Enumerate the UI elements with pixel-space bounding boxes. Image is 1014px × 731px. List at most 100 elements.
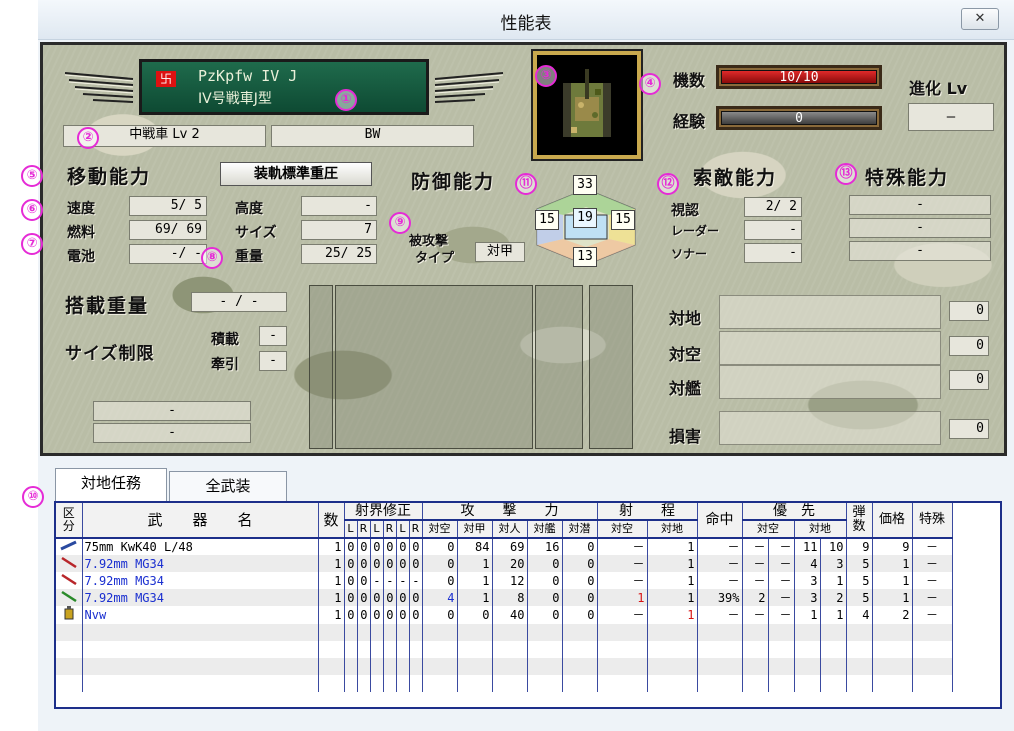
priority-value-3: 3 bbox=[820, 555, 847, 572]
empty-cell bbox=[768, 624, 795, 641]
empty-cell bbox=[527, 641, 563, 658]
tab-ground-mission[interactable]: 対地任務 bbox=[55, 468, 167, 501]
empty-cell bbox=[370, 658, 384, 675]
arc-sub-0: L bbox=[344, 520, 358, 539]
col-weapon: 武 器 名 bbox=[82, 503, 319, 539]
armor-right: 15 bbox=[611, 210, 635, 230]
arc-sub-4: L bbox=[396, 520, 410, 539]
armor-front: 33 bbox=[573, 175, 597, 195]
hit-value: 39% bbox=[697, 589, 743, 606]
empty-row bbox=[56, 675, 953, 692]
attack-value-3: 0 bbox=[527, 606, 563, 624]
tab-all-weapons[interactable]: 全武装 bbox=[169, 471, 287, 501]
attack-value-4: 0 bbox=[562, 572, 598, 589]
arc-value-2: 0 bbox=[370, 589, 384, 606]
empty-cell bbox=[82, 675, 319, 692]
empty-cell bbox=[370, 675, 384, 692]
empty-cell bbox=[56, 641, 83, 658]
price-value: 1 bbox=[872, 555, 913, 572]
arc-sub-1: R bbox=[357, 520, 371, 539]
mg-icon bbox=[56, 555, 83, 572]
empty-cell bbox=[383, 658, 397, 675]
fuel-label: 燃料 bbox=[67, 225, 95, 241]
empty-cell bbox=[492, 624, 528, 641]
window-title: 性能表 bbox=[500, 14, 552, 34]
empty-cell bbox=[422, 641, 458, 658]
special-field-1: - bbox=[849, 195, 991, 215]
special-field-3: - bbox=[849, 241, 991, 261]
badge-7: ⑦ bbox=[21, 233, 43, 255]
empty-cell bbox=[492, 658, 528, 675]
fuel-field: 69/ 69 bbox=[129, 220, 207, 240]
empty-cell bbox=[422, 624, 458, 641]
empty-cell bbox=[383, 675, 397, 692]
table-row[interactable]: 7.92mm MG34 1 0 0 0 0 0 0 4 1 8 0 0 1 1 39% 2 － 3 2 5 1 － bbox=[56, 589, 953, 606]
table-row[interactable]: 7.92mm MG34 1 0 0- - - -0 1 12 0 0 － 1 －－－ 3 1 5 1 － bbox=[56, 572, 953, 589]
empty-cell bbox=[357, 658, 371, 675]
empty-cell bbox=[318, 658, 345, 675]
attack-value-0: 0 bbox=[422, 606, 458, 624]
col-special: 特殊 bbox=[912, 503, 953, 539]
mobility-style-button[interactable]: 装軌標準重圧 bbox=[220, 162, 372, 186]
empty-cell bbox=[846, 641, 873, 658]
priority-value-0: － bbox=[742, 572, 769, 589]
priority-value-1: － bbox=[768, 572, 795, 589]
table-row[interactable]: 7.92mm MG34 1 0 0 0 0 0 0 0 1 20 0 0 － 1 －－－ 4 3 5 1 － bbox=[56, 555, 953, 572]
priority-value-2: 3 bbox=[794, 572, 821, 589]
empty-cell bbox=[82, 658, 319, 675]
empty-row bbox=[56, 641, 953, 658]
weapon-name: 7.92mm MG34 bbox=[82, 555, 319, 572]
empty-cell bbox=[422, 658, 458, 675]
arc-value-2: - bbox=[370, 572, 384, 589]
attack-value-1: 84 bbox=[457, 538, 493, 555]
arc-value-3: 0 bbox=[383, 606, 397, 624]
attack-value-1: 0 bbox=[457, 606, 493, 624]
ground-field: 0 bbox=[949, 301, 989, 321]
empty-cell bbox=[318, 675, 345, 692]
table-row[interactable]: 75mm KwK40 L/48 1 0 0 0 0 0 0 0 84 69 16 0 － 1 －－－ 11 10 9… bbox=[56, 538, 953, 555]
empty-cell bbox=[912, 675, 953, 692]
empty-cell bbox=[597, 641, 648, 658]
empty-cell bbox=[396, 658, 410, 675]
empty-cell bbox=[370, 641, 384, 658]
unit-name-jp: IV号戦車J型 bbox=[198, 91, 272, 107]
attack-value-4: 0 bbox=[562, 589, 598, 606]
priority-value-2: 1 bbox=[794, 606, 821, 624]
carry-label: 積載 bbox=[211, 332, 239, 348]
attack-value-0: 4 bbox=[422, 589, 458, 606]
empty-cell bbox=[562, 641, 598, 658]
attack-value-2: 8 bbox=[492, 589, 528, 606]
table-row[interactable]: Nvw 1 0 0 0 0 0 0 0 0 40 0 0 － 1 －－－ 1 1 4 2 － bbox=[56, 606, 953, 624]
priority-value-0: － bbox=[742, 606, 769, 624]
empty-cell bbox=[56, 624, 83, 641]
radar-label: レーダー bbox=[671, 224, 720, 238]
empty-cell bbox=[370, 624, 384, 641]
arc-value-4: 0 bbox=[396, 589, 410, 606]
weapon-count: 1 bbox=[318, 589, 345, 606]
priority-value-1: － bbox=[768, 589, 795, 606]
altitude-field: - bbox=[301, 196, 377, 216]
empty-cell bbox=[647, 624, 698, 641]
empty-cell bbox=[383, 641, 397, 658]
empty-cell bbox=[357, 641, 371, 658]
close-button[interactable]: ✕ bbox=[961, 8, 999, 30]
special-value: － bbox=[912, 538, 953, 555]
badge-3: ③ bbox=[535, 65, 557, 87]
priority-sub-ground: 対地 bbox=[794, 520, 847, 539]
weapon-name: 7.92mm MG34 bbox=[82, 572, 319, 589]
empty-cell bbox=[597, 675, 648, 692]
armor-center: 19 bbox=[573, 208, 597, 228]
empty-cell bbox=[409, 641, 423, 658]
ammo-value: 4 bbox=[846, 606, 873, 624]
arc-value-2: 0 bbox=[370, 606, 384, 624]
arc-sub-3: R bbox=[383, 520, 397, 539]
col-price: 価格 bbox=[872, 503, 913, 539]
attack-value-0: 0 bbox=[422, 538, 458, 555]
battery-label: 電池 bbox=[67, 249, 95, 265]
arc-value-4: - bbox=[396, 572, 410, 589]
sonar-field: - bbox=[744, 243, 802, 263]
empty-cell bbox=[396, 675, 410, 692]
attack-value-0: 0 bbox=[422, 572, 458, 589]
evo-label: 進化 Lv bbox=[909, 79, 968, 98]
damage-field: 0 bbox=[949, 419, 989, 439]
